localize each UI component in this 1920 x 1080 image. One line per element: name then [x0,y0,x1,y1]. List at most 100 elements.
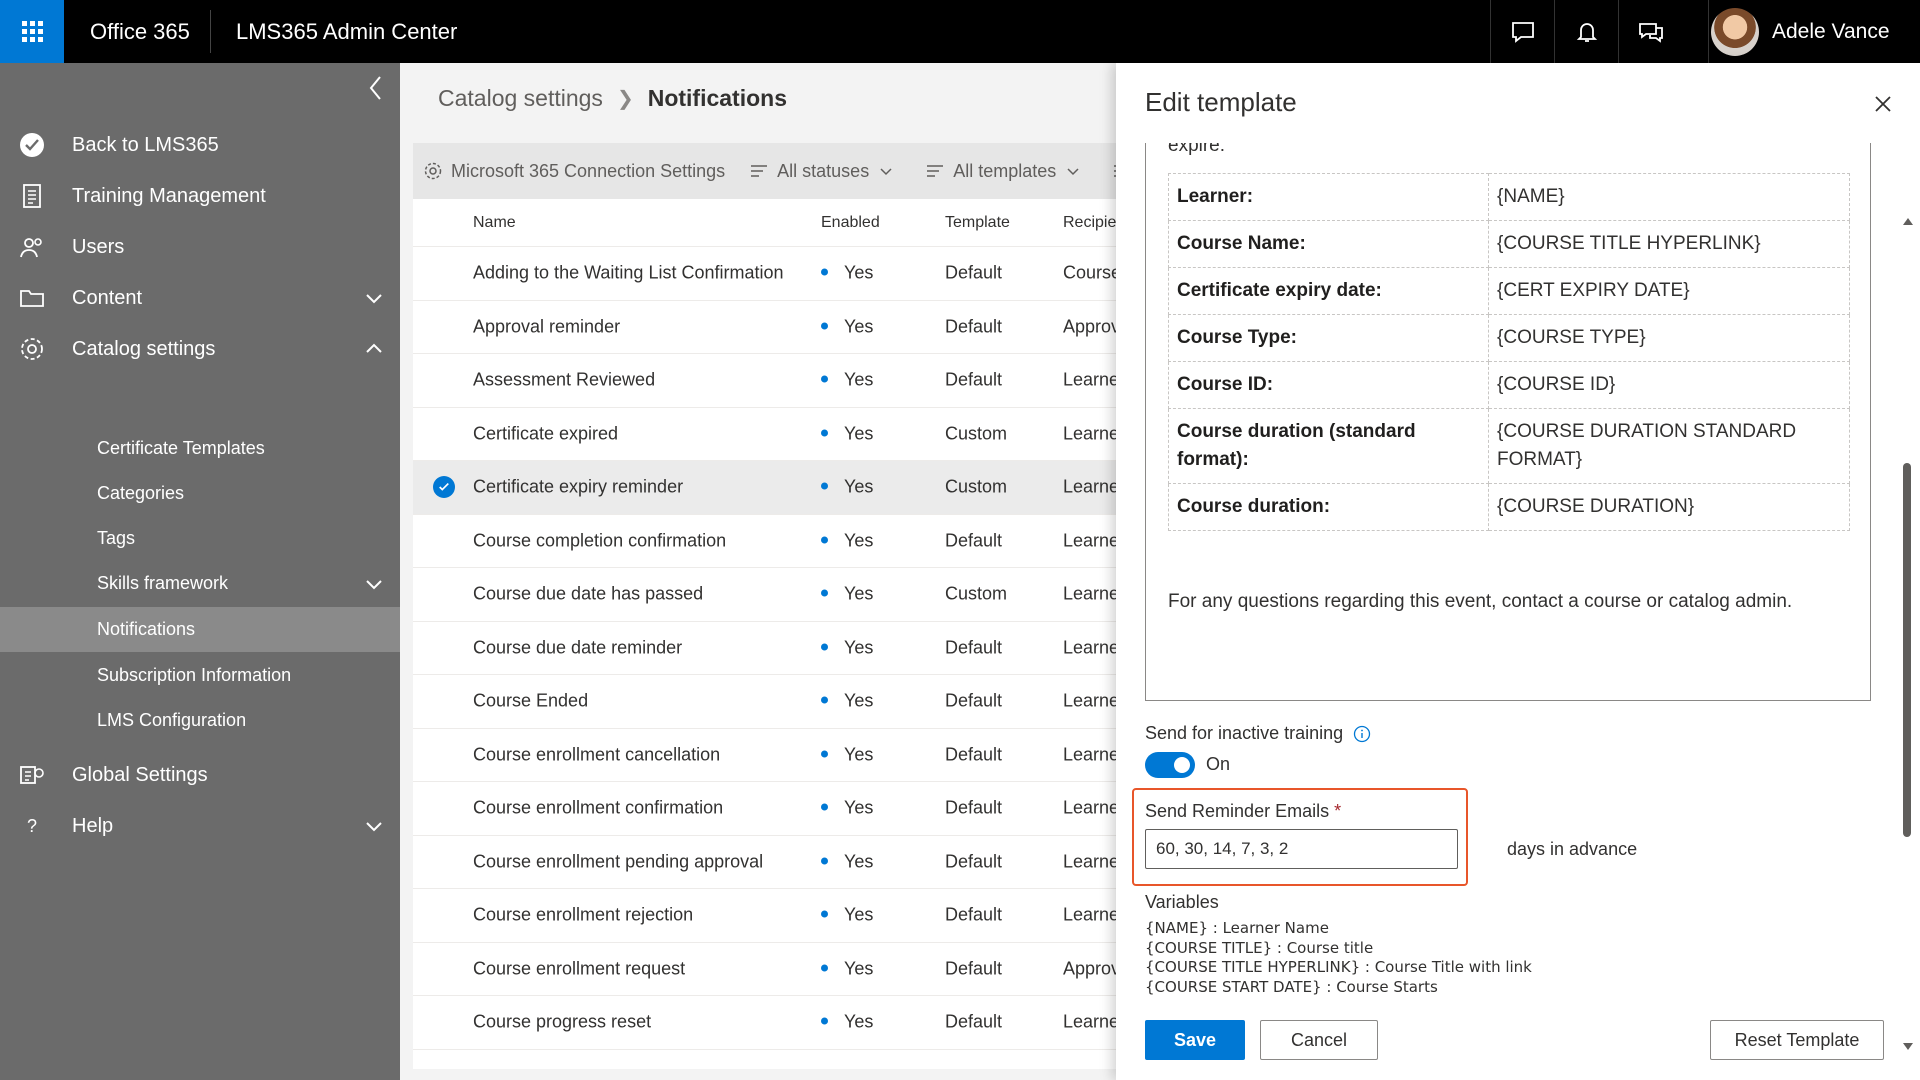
template-editor[interactable]: expire: Learner: {NAME} Course Name: {COURS… [1145,143,1871,701]
subnav-tags[interactable]: Tags [0,516,400,561]
office-brand-link[interactable]: Office 365 [90,0,190,63]
reset-template-button[interactable]: Reset Template [1710,1020,1884,1060]
filter-lines-icon [751,165,768,177]
row-name: Certificate expiry reminder [473,476,684,497]
subnav-notifications[interactable]: Notifications [0,607,400,652]
nav-help[interactable]: ? Help [0,800,400,852]
user-menu[interactable]: Adele Vance [1708,0,1890,63]
template-filter-label: All templates [953,160,1057,181]
toolbar: Microsoft 365 Connection Settings All st… [413,143,1116,199]
scrollbar-thumb[interactable] [1903,463,1911,837]
table-row[interactable]: Course enrollment request Yes Default Appro… [413,943,1116,996]
feedback-icon [1638,22,1663,43]
header-template[interactable]: Template [945,214,1010,232]
reminder-days-input[interactable] [1145,829,1458,869]
app-launcher-button[interactable] [0,0,64,63]
nav-content[interactable]: Content [0,272,400,324]
variable-key: Learner: [1168,173,1489,221]
table-row[interactable]: Adding to the Waiting List Confirmation Y… [413,247,1116,301]
status-dot-icon [821,429,828,436]
table-row[interactable]: Course progress reset Yes Default Learne [413,996,1116,1050]
row-enabled-value: Yes [844,316,874,337]
gear-icon [18,335,46,363]
header-enabled[interactable]: Enabled [821,214,880,232]
feedback-button[interactable] [1618,0,1682,63]
table-row[interactable]: Course enrollment pending approval Yes Def… [413,836,1116,889]
row-recipient: Learne [1063,1011,1116,1032]
table-row[interactable]: Course enrollment rejection Yes Default Lea… [413,889,1116,943]
row-enabled: Yes [821,798,873,819]
row-recipient: Learne [1063,583,1116,604]
table-row[interactable]: Course enrollment confirmation Yes Default… [413,782,1116,836]
row-name: Course completion confirmation [473,530,727,551]
chevron-up-icon[interactable] [364,339,384,359]
subnav-categories[interactable]: Categories [0,471,400,516]
table-row[interactable]: Certificate expired Yes Custom Learne [413,408,1116,461]
row-recipient: Learne [1063,476,1116,497]
save-button[interactable]: Save [1145,1020,1245,1060]
inactive-training-toggle[interactable] [1145,752,1195,778]
subnav-certificate-templates[interactable]: Certificate Templates [0,426,400,471]
subnav-label: LMS Configuration [97,710,247,730]
question-icon: ? [26,815,37,836]
row-template: Default [945,637,1003,658]
nav-catalog-settings[interactable]: Catalog settings [0,323,400,375]
variable-table-row: Certificate expiry date: {CERT EXPIRY DAT… [1168,267,1850,315]
collapse-nav-icon[interactable] [364,73,388,103]
info-icon[interactable] [1353,725,1371,743]
table-row[interactable]: Certificate expiry reminder Yes Custom Lear… [413,461,1116,515]
scroll-up-arrow[interactable] [1903,218,1913,225]
subnav-subscription-information[interactable]: Subscription Information [0,653,400,698]
status-dot-icon [821,375,828,383]
row-name: Assessment Reviewed [473,369,656,390]
row-enabled: Yes [821,477,873,498]
reminder-emails-label: Send Reminder Emails * [1145,801,1341,822]
variable-table-row: Course duration (standard format): {COURS… [1168,408,1850,484]
scroll-down-arrow[interactable] [1903,1043,1913,1050]
nav-training-management[interactable]: Training Management [0,170,400,222]
cancel-button[interactable]: Cancel [1260,1020,1378,1060]
status-dot-icon [821,910,828,918]
status-dot-icon [821,750,828,757]
chevron-down-icon[interactable] [364,288,384,308]
subnav-lms-configuration[interactable]: LMS Configuration [0,698,400,743]
subnav-label: Tags [97,528,136,548]
table-row[interactable]: Course enrollment cancellation Yes Default… [413,729,1116,782]
nav-global-settings[interactable]: Global Settings [0,749,400,801]
chat-button[interactable] [1490,0,1554,63]
selected-check-icon[interactable] [433,476,455,499]
template-filter-dropdown[interactable]: All templates [925,161,1088,182]
table-row[interactable]: Assessment Reviewed Yes Default Learne [413,354,1116,408]
nav-label: Global Settings [72,763,208,786]
breadcrumb-parent[interactable]: Catalog settings [438,85,603,112]
notifications-table: Name Enabled Template Recipie Adding to … [413,199,1116,1069]
nav-back-to-lms365[interactable]: Back to LMS365 [0,119,400,171]
row-recipient: Learne [1063,904,1116,925]
panel-scrollbar[interactable] [1901,143,1913,1050]
breadcrumb: Catalog settings ❯ Notifications [438,85,787,112]
row-template: Custom [945,476,1008,497]
variable-table-row: Course duration: {COURSE DURATION} [1168,483,1850,531]
table-row[interactable]: Course Ended Yes Default Learne [413,675,1116,729]
close-icon[interactable] [1872,93,1894,115]
table-row[interactable]: Course due date has passed Yes Custom Learn… [413,568,1116,622]
chevron-down-icon[interactable] [364,574,384,594]
status-filter-dropdown[interactable]: All statuses [749,161,901,182]
table-row[interactable]: Course due date reminder Yes Default Learne [413,622,1116,675]
reminder-emails-text: Send Reminder Emails [1145,801,1330,821]
subnav-skills-framework[interactable]: Skills framework [0,561,400,606]
table-row[interactable]: Approval reminder Yes Default Approv [413,301,1116,354]
row-name: Course Ended [473,690,589,711]
row-name: Course enrollment cancellation [473,744,721,765]
variable-key: Course ID: [1168,361,1489,409]
notifications-button[interactable] [1554,0,1618,63]
app-title[interactable]: LMS365 Admin Center [236,0,457,63]
nav-users[interactable]: Users [0,221,400,273]
header-recipient[interactable]: Recipie [1063,214,1116,232]
connection-settings-button[interactable]: Microsoft 365 Connection Settings [423,161,725,182]
chevron-down-icon[interactable] [364,816,384,836]
subnav-label: Skills framework [97,573,229,593]
header-name[interactable]: Name [473,214,516,232]
days-in-advance-label: days in advance [1507,839,1638,859]
table-row[interactable]: Course completion confirmation Yes Default… [413,515,1116,568]
